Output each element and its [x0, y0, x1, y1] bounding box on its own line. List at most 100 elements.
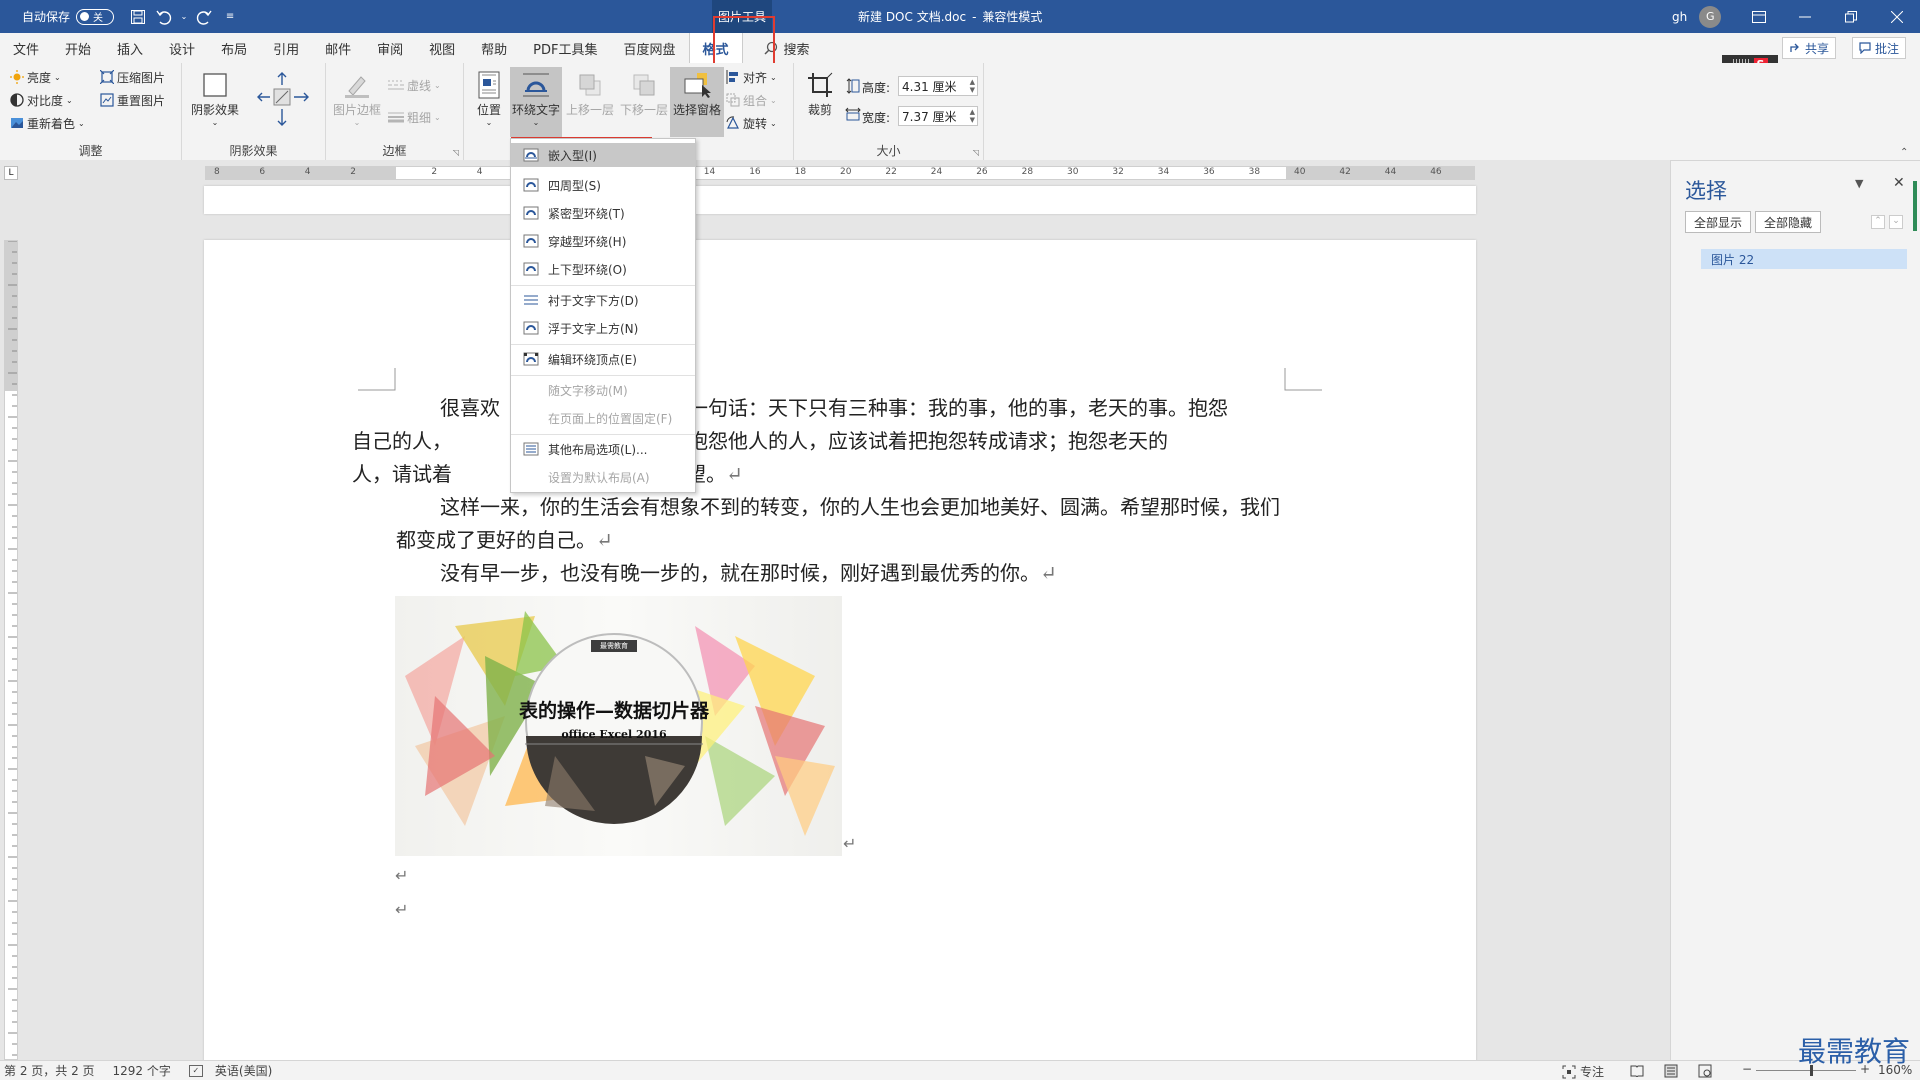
- web-layout-icon[interactable]: [1698, 1064, 1712, 1078]
- tab-home[interactable]: 开始: [52, 33, 104, 63]
- border-dialog-launcher-icon[interactable]: ◹: [453, 148, 459, 157]
- tab-format[interactable]: 格式: [688, 33, 743, 63]
- ribbon-display-icon[interactable]: [1736, 0, 1782, 33]
- position-button[interactable]: 位置 ⌄: [470, 67, 508, 137]
- wrap-in-front-label: 浮于文字上方(N): [548, 321, 639, 336]
- height-icon: [846, 78, 860, 94]
- dash-button[interactable]: 虚线 ⌄: [388, 75, 441, 95]
- send-backward-pane-icon[interactable]: ⌄: [1889, 215, 1903, 229]
- wrap-behind-text-item[interactable]: 衬于文字下方(D): [511, 288, 695, 312]
- picture-border-button[interactable]: 图片边框 ⌄: [332, 67, 382, 137]
- brightness-icon: [10, 70, 24, 84]
- focus-mode-button[interactable]: 专注: [1580, 1063, 1604, 1080]
- wrap-text-button[interactable]: 环绕文字 ⌄: [510, 67, 562, 137]
- wrap-through-item[interactable]: 穿越型环绕(H): [511, 229, 695, 253]
- horizontal-ruler[interactable]: 8642246810121416182022242628303234363840…: [205, 166, 1475, 180]
- read-mode-icon[interactable]: [1630, 1065, 1644, 1077]
- word-count[interactable]: 1292 个字: [113, 1062, 171, 1079]
- close-icon[interactable]: [1874, 0, 1920, 33]
- compress-picture-button[interactable]: 压缩图片: [100, 67, 165, 87]
- zoom-slider[interactable]: [1756, 1070, 1856, 1071]
- zoom-out-icon[interactable]: −: [1742, 1062, 1752, 1076]
- restore-icon[interactable]: [1828, 0, 1874, 33]
- edit-wrap-points-item[interactable]: 编辑环绕顶点(E): [511, 347, 695, 371]
- tab-baidu-netdisk[interactable]: 百度网盘: [610, 33, 688, 63]
- compress-icon: [100, 70, 114, 84]
- avatar[interactable]: G: [1699, 5, 1722, 28]
- brightness-button[interactable]: 亮度 ⌄: [10, 67, 61, 87]
- size-dialog-launcher-icon[interactable]: ◹: [973, 148, 979, 157]
- width-input[interactable]: 7.37 厘米 ▲ ▼: [898, 106, 978, 126]
- recolor-button[interactable]: 重新着色 ⌄: [10, 113, 85, 133]
- page-count[interactable]: 第 2 页，共 2 页: [4, 1062, 95, 1079]
- pane-options-icon[interactable]: ▼: [1855, 177, 1863, 190]
- proofing-icon[interactable]: ✓: [188, 1064, 203, 1077]
- reset-picture-button[interactable]: 重置图片: [100, 90, 165, 110]
- more-layout-options-icon: [523, 442, 539, 456]
- pane-item-picture[interactable]: 图片 22: [1701, 249, 1907, 269]
- width-spin-icon[interactable]: ▲ ▼: [970, 108, 975, 124]
- customize-qat-icon[interactable]: ≡: [220, 7, 240, 27]
- ruler-label: 34: [1157, 167, 1170, 177]
- user-name: gh: [1672, 9, 1688, 24]
- undo-dropdown-icon[interactable]: ⌄: [180, 7, 188, 27]
- more-layout-options-item[interactable]: 其他布局选项(L)...: [511, 437, 695, 461]
- tab-pdf-tools[interactable]: PDF工具集: [520, 33, 610, 63]
- minimize-icon[interactable]: [1782, 0, 1828, 33]
- tab-layout[interactable]: 布局: [208, 33, 260, 63]
- wrap-inline-item[interactable]: 嵌入型(I): [511, 143, 695, 167]
- contrast-button[interactable]: 对比度 ⌄: [10, 90, 73, 110]
- save-icon[interactable]: [128, 7, 148, 27]
- context-tab-picture-tools: 图片工具: [712, 0, 772, 33]
- tab-insert[interactable]: 插入: [104, 33, 156, 63]
- document-picture[interactable]: 最需教育 表的操作—数据切片器 office Excel 2016: [395, 596, 842, 856]
- align-button[interactable]: 对齐 ⌄: [726, 67, 777, 87]
- height-input[interactable]: 4.31 厘米 ▲ ▼: [898, 76, 978, 96]
- tab-references[interactable]: 引用: [260, 33, 312, 63]
- wrap-tight-item[interactable]: 紧密型环绕(T): [511, 201, 695, 225]
- share-button[interactable]: 共享: [1782, 37, 1837, 59]
- pane-close-icon[interactable]: ✕: [1893, 175, 1905, 191]
- wrap-square-item[interactable]: 四周型(S): [511, 173, 695, 197]
- wrap-inline-icon: [523, 148, 539, 162]
- selection-pane-button[interactable]: 选择窗格: [670, 67, 724, 137]
- comment-button[interactable]: 批注: [1852, 37, 1907, 59]
- wrap-in-front-item[interactable]: 浮于文字上方(N): [511, 316, 695, 340]
- crop-button[interactable]: 裁剪: [800, 67, 840, 137]
- fix-position-item[interactable]: 在页面上的位置固定(F): [511, 406, 695, 430]
- tab-stop-selector[interactable]: L: [4, 166, 18, 180]
- tab-review[interactable]: 审阅: [364, 33, 416, 63]
- tab-file[interactable]: 文件: [0, 33, 52, 63]
- tab-mailings[interactable]: 邮件: [312, 33, 364, 63]
- bring-forward-pane-icon[interactable]: ⌃: [1871, 215, 1885, 229]
- tab-design[interactable]: 设计: [156, 33, 208, 63]
- wrap-top-bottom-item[interactable]: 上下型环绕(O): [511, 257, 695, 281]
- move-with-text-item[interactable]: 随文字移动(M): [511, 378, 695, 402]
- language[interactable]: 英语(美国): [215, 1062, 272, 1079]
- weight-button[interactable]: 粗细 ⌄: [388, 107, 441, 127]
- ruler-label: 4: [304, 167, 311, 177]
- vertical-ruler[interactable]: [4, 240, 18, 1060]
- print-layout-icon[interactable]: [1664, 1064, 1678, 1078]
- pane-scrollbar[interactable]: [1913, 181, 1917, 231]
- show-all-button[interactable]: 全部显示: [1685, 211, 1751, 233]
- shadow-nudge-control[interactable]: [254, 69, 310, 131]
- picture-artwork: [405, 611, 835, 836]
- send-backward-button[interactable]: 下移一层: [618, 67, 670, 137]
- hide-all-button[interactable]: 全部隐藏: [1755, 211, 1821, 233]
- rotate-button[interactable]: 旋转 ⌄: [726, 113, 777, 133]
- shadow-effects-button[interactable]: 阴影效果 ⌄: [190, 67, 240, 137]
- group-button[interactable]: 组合 ⌄: [726, 90, 777, 110]
- search-box[interactable]: 搜索: [751, 33, 823, 63]
- set-default-layout-item[interactable]: 设置为默认布局(A): [511, 465, 695, 489]
- autosave-toggle[interactable]: 关: [76, 8, 115, 25]
- collapse-ribbon-icon[interactable]: ⌃: [1900, 147, 1908, 158]
- tab-help[interactable]: 帮助: [468, 33, 520, 63]
- bring-forward-button[interactable]: 上移一层: [564, 67, 616, 137]
- ruler-label: 6: [259, 167, 266, 177]
- undo-icon[interactable]: [154, 7, 174, 27]
- redo-icon[interactable]: [194, 7, 214, 27]
- tab-view[interactable]: 视图: [416, 33, 468, 63]
- ruler-label: 42: [1339, 167, 1351, 177]
- height-spin-icon[interactable]: ▲ ▼: [970, 78, 975, 94]
